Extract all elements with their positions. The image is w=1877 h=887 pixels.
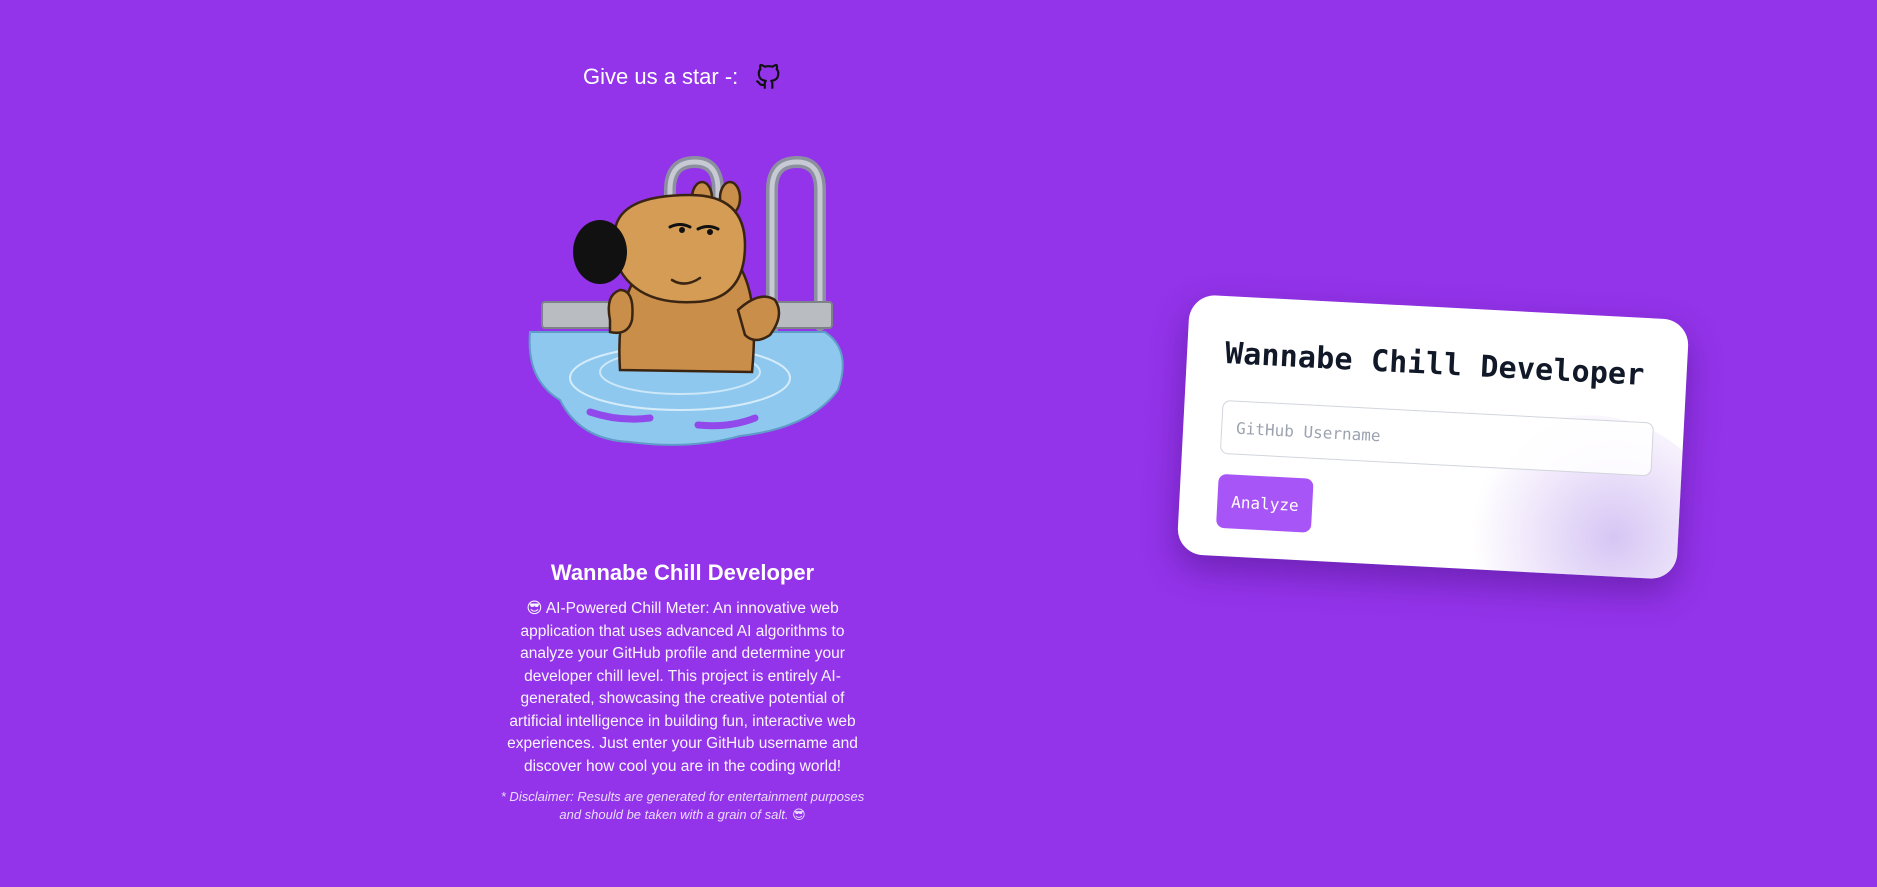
analyze-card: Wannabe Chill Developer Analyze: [1176, 294, 1690, 580]
capybara-pool-illustration: [520, 150, 850, 450]
github-star-row: Give us a star -:: [583, 60, 782, 94]
project-info: Wannabe Chill Developer 😎 AI-Powered Chi…: [500, 560, 865, 824]
project-description-text: AI-Powered Chill Meter: An innovative we…: [507, 600, 858, 775]
project-description: 😎 AI-Powered Chill Meter: An innovative …: [500, 598, 865, 778]
project-title: Wannabe Chill Developer: [550, 560, 815, 585]
disclaimer-body: * Disclaimer: Results are generated for …: [500, 789, 865, 822]
star-prompt-text: Give us a star -:: [583, 64, 739, 89]
github-username-input[interactable]: [1219, 399, 1655, 477]
sunglasses-emoji-icon: 😎: [526, 600, 543, 617]
sunglasses-emoji-icon: 😎: [792, 807, 806, 822]
disclaimer-text: * Disclaimer: Results are generated for …: [500, 788, 865, 824]
card-title: Wannabe Chill Developer: [1224, 336, 1646, 393]
analyze-button[interactable]: Analyze: [1215, 473, 1315, 533]
github-icon[interactable]: [754, 63, 782, 91]
